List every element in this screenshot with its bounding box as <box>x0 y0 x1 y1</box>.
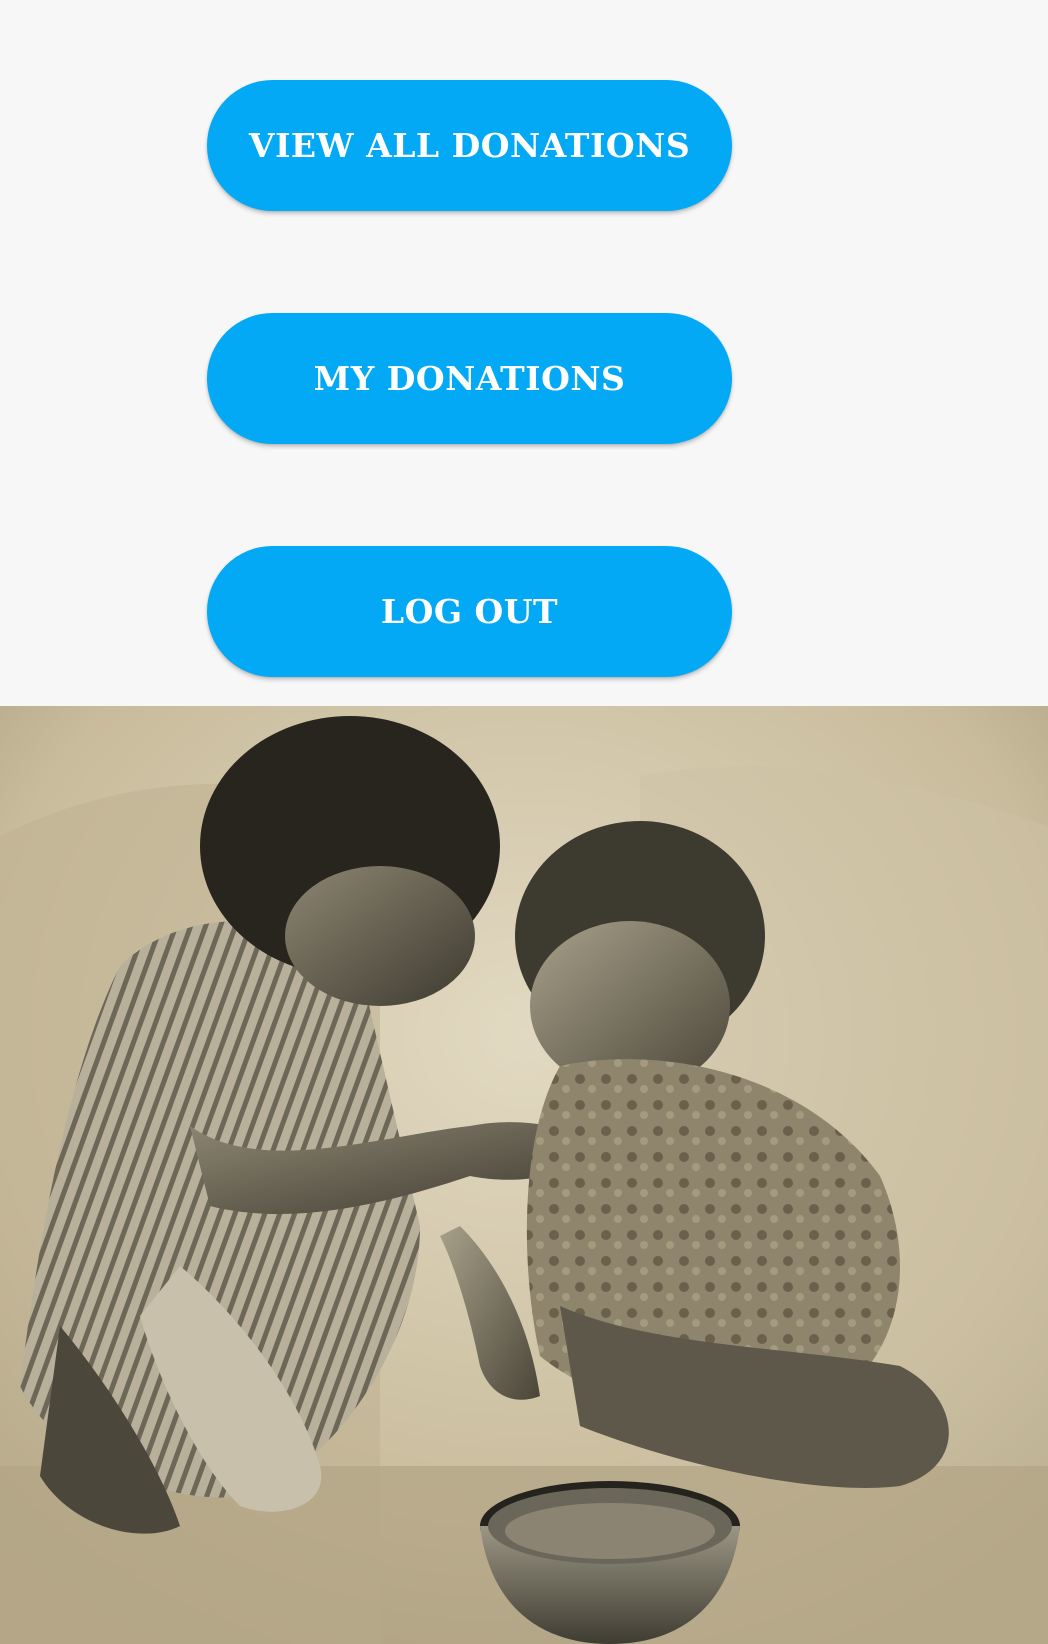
my-donations-button[interactable]: MY DONATIONS <box>207 313 732 444</box>
hero-image <box>0 706 1048 1644</box>
donation-menu-screen: VIEW ALL DONATIONS MY DONATIONS LOG OUT <box>0 0 1048 1644</box>
log-out-button[interactable]: LOG OUT <box>207 546 732 677</box>
view-all-donations-button[interactable]: VIEW ALL DONATIONS <box>207 80 732 211</box>
children-sharing-food-illustration <box>0 706 1048 1644</box>
